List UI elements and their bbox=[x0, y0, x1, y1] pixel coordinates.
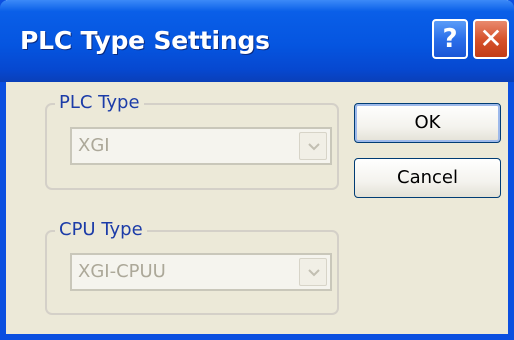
cancel-button[interactable]: Cancel bbox=[354, 158, 501, 198]
help-button[interactable]: ? bbox=[432, 19, 468, 59]
plc-type-settings-dialog: PLC Type Settings ? ✕ PLC Type XGI CPU T… bbox=[0, 0, 514, 340]
chevron-down-icon bbox=[308, 269, 320, 277]
plc-type-label: PLC Type bbox=[55, 91, 144, 115]
ok-button[interactable]: OK bbox=[354, 103, 501, 143]
close-button[interactable]: ✕ bbox=[473, 19, 509, 59]
cpu-type-select[interactable]: XGI-CPUU bbox=[70, 253, 332, 291]
cpu-type-group: CPU Type XGI-CPUU bbox=[45, 218, 339, 315]
cpu-type-value: XGI-CPUU bbox=[78, 261, 166, 282]
chevron-down-icon bbox=[308, 143, 320, 151]
cpu-type-label: CPU Type bbox=[55, 218, 147, 242]
cpu-type-dropdown-button[interactable] bbox=[299, 258, 327, 286]
plc-type-select[interactable]: XGI bbox=[70, 127, 332, 165]
plc-type-group: PLC Type XGI bbox=[45, 91, 339, 190]
dialog-title: PLC Type Settings bbox=[20, 26, 270, 55]
plc-type-value: XGI bbox=[78, 135, 110, 156]
close-x-icon: ✕ bbox=[479, 22, 503, 55]
question-mark-icon: ? bbox=[442, 24, 458, 54]
plc-type-dropdown-button[interactable] bbox=[299, 132, 327, 160]
title-bar[interactable]: PLC Type Settings ? ✕ bbox=[0, 0, 514, 82]
